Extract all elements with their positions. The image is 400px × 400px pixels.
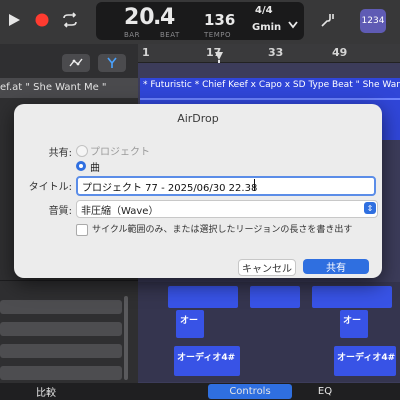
eq-tab[interactable]: EQ [300,384,350,399]
play-icon [9,14,20,26]
cycle-range-label: サイクル範囲のみ、または選択したリージョンの長さを書き出す [92,225,353,235]
chevron-down-icon [288,21,298,29]
tuning-fork-icon [321,14,334,27]
track-divider [0,280,138,281]
ruler-mark: 33 [268,46,284,59]
quality-label: 音質: [48,206,72,217]
audio-region[interactable] [312,286,392,308]
lcd-dropdown[interactable] [288,14,298,33]
radio-project[interactable] [76,145,88,157]
title-input-value: プロジェクト 77 - 2025/06/30 22.38 [82,183,258,194]
flex-button[interactable] [98,54,126,72]
airdrop-dialog: AirDrop 共有: プロジェクト 曲 タイトル: プロジェクト 77 - 2… [14,104,382,278]
scrollbar[interactable] [124,296,128,380]
beat-value: 4 [160,5,176,30]
share-button[interactable]: 共有 [303,259,369,274]
radio-dot [79,164,83,168]
automation-button[interactable] [62,54,90,72]
compare-tab[interactable]: 比較 [20,384,72,399]
track-header-row[interactable] [0,300,122,314]
track-header-row[interactable] [0,322,122,336]
radio-project-label: プロジェクト [90,147,150,158]
quality-value: 非圧縮（Wave） [81,206,159,217]
record-icon [35,13,49,27]
ruler-mark: 49 [332,46,348,59]
tempo-label: TEMPO [204,31,231,39]
cycle-icon [63,12,77,28]
title-input[interactable]: プロジェクト 77 - 2025/06/30 22.38 [76,176,376,196]
tuner-button[interactable] [316,9,340,31]
select-arrows-icon: ⇕ [364,202,376,214]
quality-select[interactable]: 非圧縮（Wave） ⇕ [76,200,378,218]
share-type-label: 共有: [48,148,72,159]
audio-region-label: オー [343,316,362,326]
audio-region-label: オーディオ4# [177,353,236,363]
bar-value: 20 [124,5,155,30]
cycle-button[interactable] [58,9,82,31]
audio-region[interactable] [168,286,238,308]
track-header-row[interactable] [0,344,122,358]
track-header-row[interactable] [0,366,122,380]
beat-label: BEAT [160,31,180,39]
controls-tab[interactable]: Controls [208,384,292,399]
flex-icon [107,57,117,68]
track-name[interactable]: ef.at " She Want Me " [0,78,138,98]
automation-icon [69,58,83,67]
ruler-mark: 1 [142,46,150,59]
bar-label: BAR [124,31,140,39]
time-signature: 4/4 [255,5,273,16]
dialog-title: AirDrop [177,112,219,125]
key-value: Gmin [252,22,282,33]
record-button[interactable] [30,9,54,31]
radio-song[interactable] [76,161,86,171]
audio-region-label: オー [180,316,199,326]
title-label: タイトル: [28,182,72,193]
text-cursor [254,179,255,191]
audio-region-label: オーディオ4# [337,353,396,363]
tempo-value: 136 [204,11,236,29]
audio-region[interactable] [250,286,300,308]
cancel-button[interactable]: キャンセル [238,259,296,276]
cycle-range-checkbox[interactable] [76,224,88,236]
radio-song-label: 曲 [90,163,100,174]
region-label: * Futuristic * Chief Keef x Capo x SD Ty… [143,80,400,90]
count-in-button[interactable]: 1234 [360,9,386,33]
play-button[interactable] [2,9,26,31]
